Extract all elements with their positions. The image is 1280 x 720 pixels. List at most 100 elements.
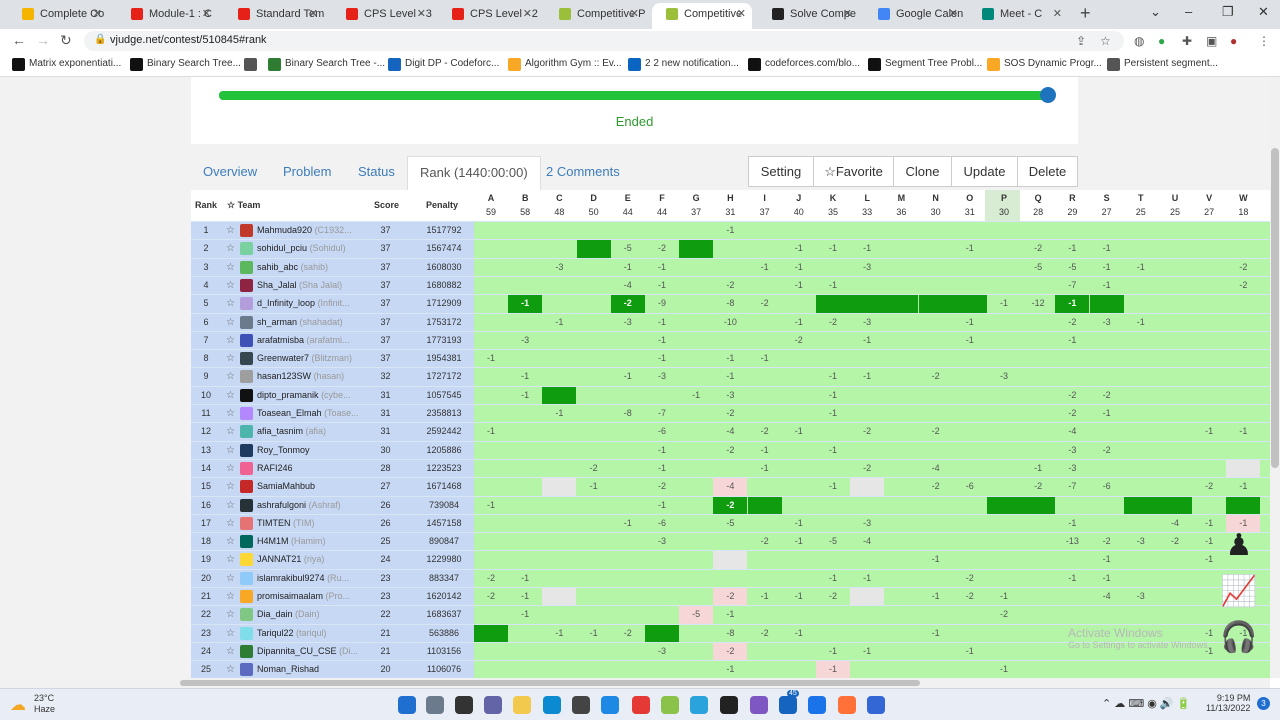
- problem-cell-F[interactable]: [645, 624, 679, 643]
- browser-tab[interactable]: Competitive P ✕: [545, 3, 645, 29]
- app-icon[interactable]: [867, 696, 885, 714]
- problem-cell-W[interactable]: [1226, 459, 1261, 478]
- problem-cell-K[interactable]: -1: [816, 442, 850, 460]
- tab-close-icon[interactable]: ✕: [202, 3, 211, 25]
- problem-cell-A[interactable]: -2: [474, 588, 508, 606]
- chat-icon[interactable]: [484, 696, 502, 714]
- problem-cell-A[interactable]: -1: [474, 423, 508, 441]
- firefox-icon[interactable]: [838, 696, 856, 714]
- problem-cell-L[interactable]: [850, 478, 885, 497]
- team-handle[interactable]: Toasean_Elmah: [257, 408, 322, 418]
- star-icon[interactable]: ☆: [226, 442, 235, 459]
- problem-cell-H[interactable]: -2: [713, 405, 747, 423]
- problem-cell-J[interactable]: -1: [782, 588, 816, 606]
- extension-shield-icon[interactable]: ◍: [1134, 34, 1144, 48]
- problem-cell-F[interactable]: -7: [645, 405, 679, 423]
- team-handle[interactable]: promisaimaalam: [257, 591, 323, 601]
- problem-cell-K[interactable]: -2: [816, 314, 850, 332]
- team-handle[interactable]: arafatmisba: [257, 335, 304, 345]
- problem-cell-L[interactable]: -2: [850, 460, 884, 478]
- problem-header[interactable]: F 44: [645, 190, 679, 217]
- favorite-button[interactable]: ☆Favorite: [813, 156, 894, 187]
- problem-cell-N[interactable]: -2: [919, 478, 953, 496]
- tab-close-icon[interactable]: ✕: [843, 3, 852, 25]
- problem-cell-N[interactable]: -4: [919, 460, 953, 478]
- problem-cell-I[interactable]: -1: [748, 259, 782, 277]
- problem-cell-L[interactable]: -4: [850, 533, 884, 551]
- problem-header[interactable]: E 44: [611, 190, 645, 217]
- problem-cell-S[interactable]: -2: [1090, 387, 1124, 405]
- github-icon[interactable]: [720, 696, 738, 714]
- problem-cell-J[interactable]: -1: [782, 277, 816, 295]
- problem-cell-K[interactable]: -1: [816, 368, 850, 386]
- share-icon[interactable]: ⇪: [1076, 34, 1086, 48]
- problem-cell-K[interactable]: -5: [816, 533, 850, 551]
- problem-cell-U[interactable]: -4: [1158, 515, 1192, 533]
- problem-cell-H[interactable]: -10: [713, 314, 747, 332]
- bookmark-item[interactable]: 2 2 new notification...: [628, 58, 739, 71]
- problem-cell-R[interactable]: -2: [1055, 405, 1089, 423]
- team-name[interactable]: islamrakibul9274 (Ru...: [257, 570, 377, 587]
- star-icon[interactable]: ☆: [226, 625, 235, 642]
- problem-header[interactable]: Q 28: [1021, 190, 1055, 217]
- problem-header[interactable]: W 18: [1226, 190, 1260, 217]
- visual-studio-icon[interactable]: [750, 696, 768, 714]
- bookmark-item[interactable]: SOS Dynamic Progr...: [987, 58, 1102, 71]
- problem-cell-K[interactable]: -1: [816, 240, 850, 258]
- star-icon[interactable]: ☆: [226, 387, 235, 404]
- problem-cell-H[interactable]: -1: [713, 368, 747, 386]
- team-name[interactable]: Greenwater7 (Blitzman): [257, 350, 377, 367]
- problem-cell-F[interactable]: -1: [645, 350, 679, 368]
- problem-cell-K[interactable]: -2: [816, 588, 850, 606]
- star-icon[interactable]: ☆: [226, 606, 235, 623]
- problem-cell-R[interactable]: -2: [1055, 314, 1089, 332]
- problem-header[interactable]: N 30: [919, 190, 953, 217]
- problem-cell-S[interactable]: -1: [1090, 551, 1124, 569]
- problem-cell-T[interactable]: -1: [1124, 259, 1158, 277]
- problem-cell-I[interactable]: -1: [748, 588, 782, 606]
- problem-cell-E[interactable]: -1: [611, 368, 645, 386]
- problem-cell-L[interactable]: [850, 295, 885, 314]
- problem-cell-C[interactable]: [542, 386, 577, 405]
- problem-cell-H[interactable]: -4: [713, 423, 747, 441]
- problem-cell-D[interactable]: -1: [577, 625, 611, 643]
- team-name[interactable]: RAFI246: [257, 460, 377, 477]
- problem-cell-H[interactable]: -2: [713, 588, 748, 606]
- rank-header[interactable]: Rank: [195, 190, 217, 221]
- problem-cell-F[interactable]: -1: [645, 442, 679, 460]
- team-handle[interactable]: hasan123SW: [257, 371, 311, 381]
- problem-cell-S[interactable]: -2: [1090, 442, 1124, 460]
- problem-header[interactable]: L 33: [850, 190, 884, 217]
- problem-cell-F[interactable]: -3: [645, 533, 679, 551]
- problem-cell-R[interactable]: -1: [1055, 332, 1089, 350]
- profile-avatar[interactable]: ●: [1230, 34, 1237, 48]
- problem-cell-S[interactable]: -1: [1090, 259, 1124, 277]
- side-panel-icon[interactable]: ▣: [1206, 34, 1217, 48]
- star-icon[interactable]: ☆: [226, 515, 235, 532]
- problem-cell-L[interactable]: -1: [850, 643, 884, 661]
- problem-cell-J[interactable]: -1: [782, 240, 816, 258]
- tab-search-icon[interactable]: ⌄: [1150, 4, 1161, 20]
- zoom-icon[interactable]: [808, 696, 826, 714]
- problem-cell-P[interactable]: [987, 496, 1021, 515]
- problem-cell-H[interactable]: -1: [713, 222, 747, 240]
- problem-cell-E[interactable]: -1: [611, 515, 645, 533]
- browser-tab[interactable]: Module-1 : C ✕: [117, 3, 217, 29]
- browser-tab[interactable]: Complete Co ✕: [8, 3, 108, 29]
- problem-cell-N[interactable]: -1: [919, 588, 953, 606]
- task-view-icon[interactable]: [455, 696, 473, 714]
- problem-cell-L[interactable]: -1: [850, 570, 884, 588]
- problem-cell-A[interactable]: [474, 624, 508, 643]
- team-handle[interactable]: sahib_abc: [257, 262, 298, 272]
- problem-cell-Q[interactable]: -2: [1021, 240, 1055, 258]
- problem-cell-L[interactable]: -3: [850, 515, 884, 533]
- vertical-scroll-thumb[interactable]: [1271, 148, 1279, 468]
- horizontal-scroll-thumb[interactable]: [180, 680, 920, 686]
- problem-cell-T[interactable]: [1123, 496, 1158, 515]
- problem-cell-R[interactable]: -3: [1055, 442, 1089, 460]
- reload-icon[interactable]: ↻: [60, 32, 72, 49]
- problem-cell-T[interactable]: -3: [1124, 533, 1158, 551]
- problem-header[interactable]: T 25: [1124, 190, 1158, 217]
- problem-cell-S[interactable]: -2: [1090, 533, 1124, 551]
- problem-cell-B[interactable]: -1: [508, 606, 542, 624]
